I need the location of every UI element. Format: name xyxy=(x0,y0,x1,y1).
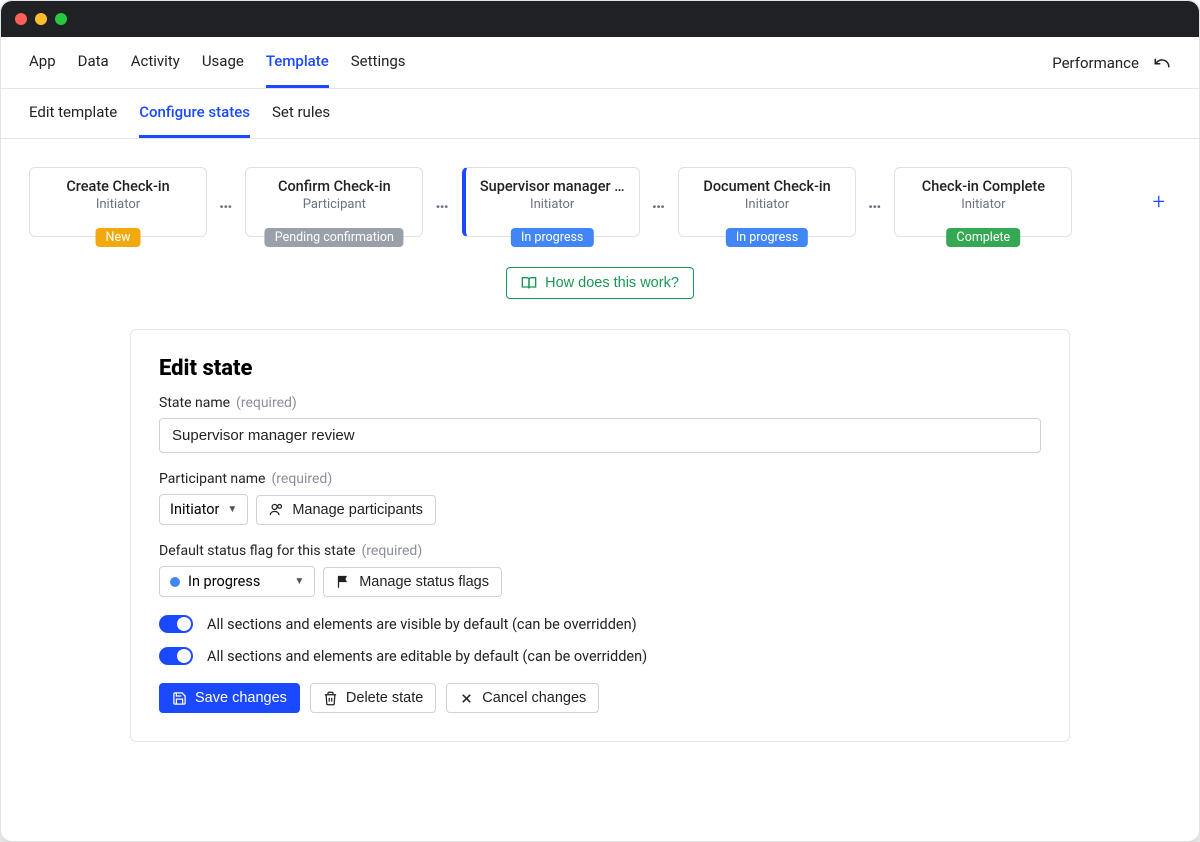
save-button[interactable]: Save changes xyxy=(159,683,300,713)
trash-icon xyxy=(323,691,338,706)
state-title: Supervisor manager … xyxy=(476,178,629,195)
add-state-button[interactable]: + xyxy=(1147,190,1171,215)
window-minimize-dot[interactable] xyxy=(35,13,47,25)
state-title: Create Check-in xyxy=(40,178,196,195)
state-card[interactable]: Create Check-inInitiatorNew xyxy=(29,167,207,237)
sub-nav-edit-template[interactable]: Edit template xyxy=(29,89,117,138)
help-label: How does this work? xyxy=(545,275,679,291)
state-role: Initiator xyxy=(476,197,629,212)
state-title: Check-in Complete xyxy=(905,178,1061,195)
nav-item-settings[interactable]: Settings xyxy=(351,37,406,88)
state-card[interactable]: Confirm Check-inParticipantPending confi… xyxy=(245,167,423,237)
sub-nav: Edit template Configure states Set rules xyxy=(1,89,1199,139)
nav-item-app[interactable]: App xyxy=(29,37,56,88)
participant-name-label: Participant name (required) xyxy=(159,471,1041,487)
nav-item-usage[interactable]: Usage xyxy=(202,37,244,88)
status-dot-icon xyxy=(170,577,180,587)
chevron-down-icon: ▼ xyxy=(294,576,304,587)
nav-item-data[interactable]: Data xyxy=(78,37,109,88)
window-close-dot[interactable] xyxy=(15,13,27,25)
manage-status-flags-button[interactable]: Manage status flags xyxy=(323,567,502,597)
window-maximize-dot[interactable] xyxy=(55,13,67,25)
states-row: Create Check-in Initiator New … Confirm Chec… xyxy=(1,139,1199,261)
state-badge: In progress xyxy=(511,228,593,247)
sub-nav-set-rules[interactable]: Set rules xyxy=(272,89,330,138)
state-name-input[interactable] xyxy=(159,418,1041,453)
action-row: Save changes Delete state Cancel changes xyxy=(159,683,1041,713)
app-window: App Data Activity Usage Template Settings Per… xyxy=(0,0,1200,842)
visible-toggle[interactable] xyxy=(159,615,193,633)
chevron-down-icon: ▼ xyxy=(227,504,237,515)
help-wrap: How does this work? xyxy=(1,261,1199,329)
state-connector-menu[interactable]: … xyxy=(650,192,668,213)
how-does-this-work-button[interactable]: How does this work? xyxy=(506,267,694,299)
edit-state-panel: Edit state State name (required) Partici… xyxy=(130,329,1070,742)
status-flag-label: Default status flag for this state (requ… xyxy=(159,543,1041,559)
visible-toggle-label: All sections and elements are visible by… xyxy=(207,616,637,633)
performance-link[interactable]: Performance xyxy=(1052,54,1139,72)
participant-select[interactable]: Initiator ▼ xyxy=(159,494,248,525)
cancel-button[interactable]: Cancel changes xyxy=(446,683,599,713)
nav-item-template[interactable]: Template xyxy=(266,37,329,88)
book-icon xyxy=(521,275,537,291)
save-icon xyxy=(172,691,187,706)
editable-toggle-label: All sections and elements are editable b… xyxy=(207,648,647,665)
state-card[interactable]: Document Check-inInitiatorIn progress xyxy=(678,167,856,237)
title-bar xyxy=(1,1,1199,37)
state-card[interactable]: Check-in CompleteInitiatorComplete xyxy=(894,167,1072,237)
nav-item-activity[interactable]: Activity xyxy=(131,37,180,88)
nav-right: Performance xyxy=(1052,54,1171,72)
state-title: Document Check-in xyxy=(689,178,845,195)
state-role: Participant xyxy=(256,197,412,212)
state-role: Initiator xyxy=(905,197,1061,212)
participant-value: Initiator xyxy=(170,501,219,518)
state-badge: In progress xyxy=(726,228,808,247)
visible-toggle-row: All sections and elements are visible by… xyxy=(159,615,1041,633)
state-connector-menu[interactable]: … xyxy=(866,192,884,213)
editable-toggle-row: All sections and elements are editable b… xyxy=(159,647,1041,665)
x-icon xyxy=(459,691,474,706)
users-icon xyxy=(269,502,284,517)
state-name-label: State name (required) xyxy=(159,395,1041,411)
state-title: Confirm Check-in xyxy=(256,178,412,195)
manage-participants-button[interactable]: Manage participants xyxy=(256,495,436,525)
top-nav: App Data Activity Usage Template Settings Per… xyxy=(1,37,1199,89)
state-badge: New xyxy=(96,228,141,247)
flag-icon xyxy=(336,574,351,589)
panel-heading: Edit state xyxy=(159,356,1041,381)
state-connector-menu[interactable]: … xyxy=(433,192,451,213)
editable-toggle[interactable] xyxy=(159,647,193,665)
state-badge: Pending confirmation xyxy=(265,228,404,247)
state-badge: Complete xyxy=(947,228,1021,247)
state-role: Initiator xyxy=(689,197,845,212)
undo-icon[interactable] xyxy=(1153,54,1171,72)
delete-state-button[interactable]: Delete state xyxy=(310,683,436,713)
state-connector-menu[interactable]: … xyxy=(217,192,235,213)
status-flag-value: In progress xyxy=(188,573,260,590)
state-card[interactable]: Supervisor manager …InitiatorIn progress xyxy=(462,167,640,237)
status-flag-select[interactable]: In progress ▼ xyxy=(159,566,315,597)
state-role: Initiator xyxy=(40,197,196,212)
sub-nav-configure-states[interactable]: Configure states xyxy=(139,89,250,138)
